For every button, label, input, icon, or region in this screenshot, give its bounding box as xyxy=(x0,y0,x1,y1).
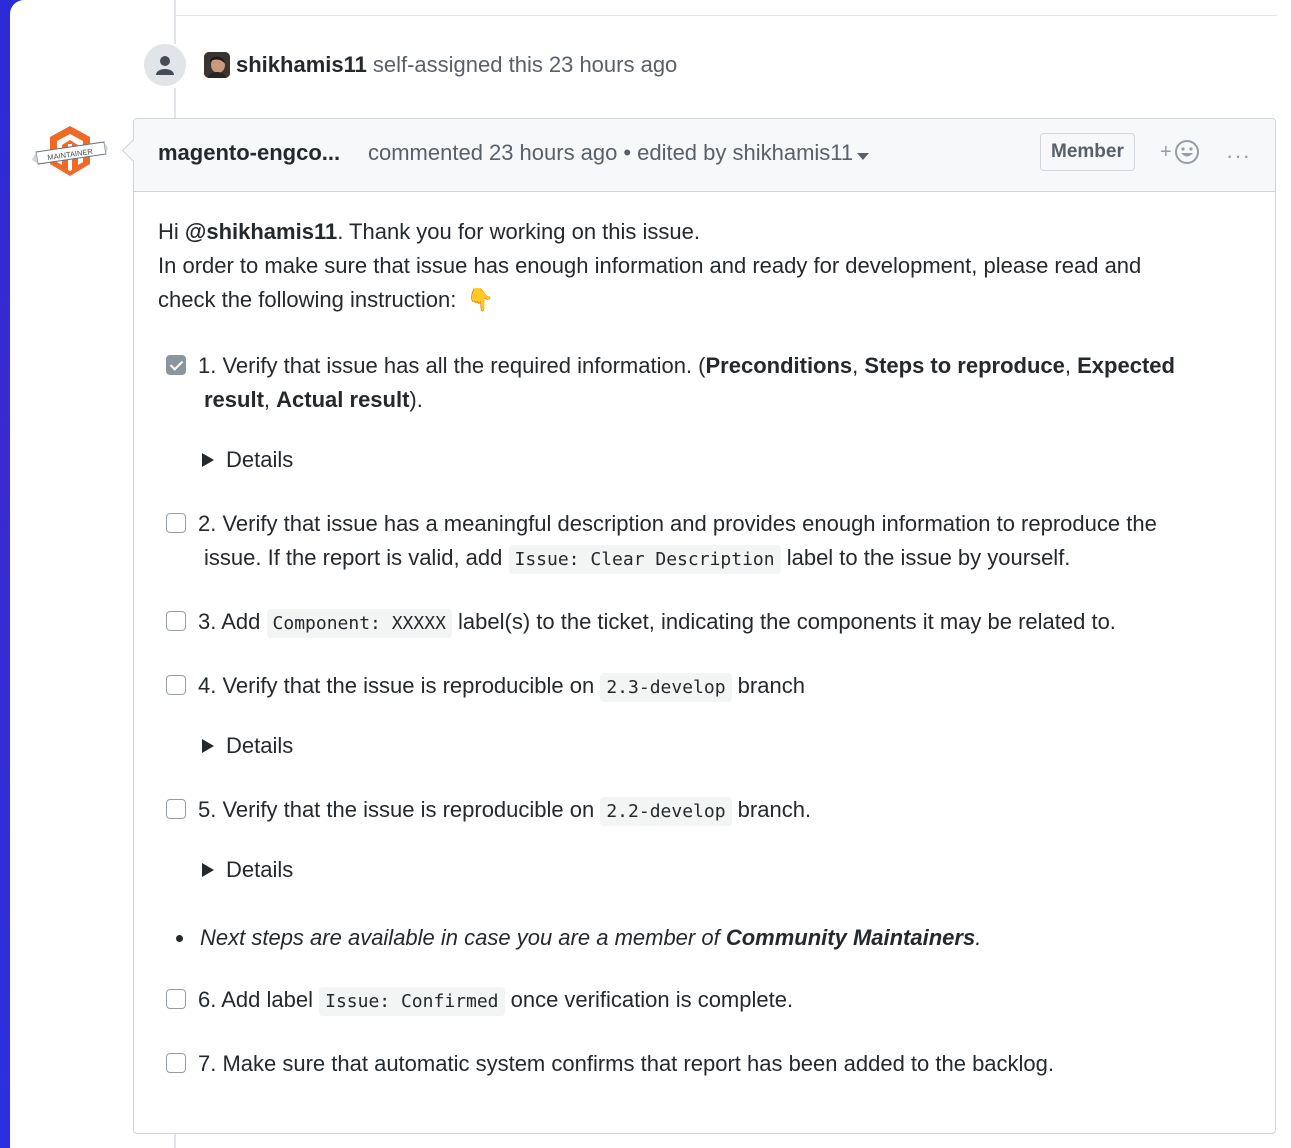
task-4-post: branch xyxy=(731,673,805,698)
comment-box: magento-engco... commented 23 hours ago … xyxy=(133,118,1276,1134)
branch-code: 2.2-develop xyxy=(600,797,732,826)
task-checkbox-7[interactable] xyxy=(166,1053,186,1073)
details-label: Details xyxy=(226,733,294,758)
branch-code: 2.3-develop xyxy=(600,673,732,702)
task-5-pre: 5. Verify that the issue is reproducible… xyxy=(198,797,601,822)
task-checkbox-5[interactable] xyxy=(166,799,186,819)
comment-time-link[interactable]: 23 hours ago xyxy=(489,140,617,166)
event-action: self-assigned this xyxy=(372,52,543,77)
task-1-line-1: 1. Verify that issue has all the require… xyxy=(198,349,1175,383)
task-1-sep: , xyxy=(263,387,277,412)
person-icon xyxy=(142,42,188,88)
task-1-sep: , xyxy=(1064,353,1078,378)
comment-meta: commented 23 hours ago • edited by shikh… xyxy=(368,140,870,166)
edited-by-dropdown[interactable]: edited by shikhamis11 xyxy=(637,140,870,166)
comment-author-link[interactable]: magento-engco... xyxy=(158,140,340,166)
disclosure-triangle-icon xyxy=(202,453,214,467)
task-1-end: ). xyxy=(409,387,423,412)
task-1-result: result xyxy=(204,387,264,412)
task-3-text: 3. Add Component: XXXXX label(s) to the … xyxy=(198,605,1116,641)
smiley-icon xyxy=(1174,140,1199,164)
maintainer-avatar[interactable]: MAINTAINER xyxy=(32,124,108,186)
timeline-line-mid xyxy=(174,88,176,118)
timeline-divider xyxy=(176,15,1277,16)
intro-line-2: check the following instruction: 👇 xyxy=(158,283,494,317)
bullet-text: Next steps are available in case you are… xyxy=(200,921,981,955)
task-3-post: label(s) to the ticket, indicating the c… xyxy=(451,609,1116,634)
pointing-down-emoji: 👇 xyxy=(466,287,494,312)
task-6-post: once verification is complete. xyxy=(504,987,794,1012)
task-2-line-1: 2. Verify that issue has a meaningful de… xyxy=(198,511,1157,536)
details-label: Details xyxy=(226,857,294,882)
task-1-actual: Actual result xyxy=(276,387,410,412)
task-7-text: 7. Make sure that automatic system confi… xyxy=(198,1051,1055,1076)
task-1-preconditions: Preconditions xyxy=(705,353,853,378)
task-checkbox-6[interactable] xyxy=(166,989,186,1009)
timeline-line-top xyxy=(174,0,176,44)
task-2-text-end: label to the issue by yourself. xyxy=(780,545,1071,570)
label-code: Issue: Confirmed xyxy=(319,987,505,1016)
greeting-line: Hi @shikhamis11. Thank you for working o… xyxy=(158,215,700,249)
comment-verb: commented xyxy=(368,140,483,165)
more-options-icon[interactable]: ··· xyxy=(1226,143,1251,169)
event-time[interactable]: 23 hours ago xyxy=(549,52,677,78)
task-1-sep: , xyxy=(852,353,865,378)
task-checkbox-2[interactable] xyxy=(166,513,186,533)
timeline-line-bottom xyxy=(174,1134,176,1148)
task-1-text: 1. Verify that issue has all the require… xyxy=(198,353,706,378)
task-4-text: 4. Verify that the issue is reproducible… xyxy=(198,669,805,705)
task-3-pre: 3. Add xyxy=(198,609,267,634)
task-6-pre: 6. Add label xyxy=(198,987,320,1012)
task-checkbox-3[interactable] xyxy=(166,611,186,631)
details-toggle-4[interactable]: Details xyxy=(202,729,293,763)
task-checkbox-4[interactable] xyxy=(166,675,186,695)
disclosure-triangle-icon xyxy=(202,863,214,877)
comment-header: magento-engco... commented 23 hours ago … xyxy=(134,119,1275,192)
task-2-text: issue. If the report is valid, add xyxy=(204,545,509,570)
event-actor-link[interactable]: shikhamis11 xyxy=(236,52,367,78)
component-code: Component: XXXXX xyxy=(266,609,452,638)
task-5-post: branch. xyxy=(731,797,812,822)
bullet-pre: Next steps are available in case you are… xyxy=(200,925,726,950)
details-toggle-5[interactable]: Details xyxy=(202,853,293,887)
mention-link[interactable]: @shikhamis11 xyxy=(185,219,337,244)
user-avatar[interactable] xyxy=(204,52,230,78)
caret-down-icon xyxy=(857,153,870,160)
assign-event: shikhamis11 self-assigned this 23 hours … xyxy=(204,52,677,78)
bullet-post: . xyxy=(975,925,982,950)
greeting-post: . Thank you for working on this issue. xyxy=(337,219,700,244)
task-5-text: 5. Verify that the issue is reproducible… xyxy=(198,793,811,829)
details-label: Details xyxy=(226,447,294,472)
edited-by-label: edited by shikhamis11 xyxy=(637,140,854,165)
intro-line-1: In order to make sure that issue has eno… xyxy=(158,253,1142,278)
plus-label: + xyxy=(1160,140,1172,163)
greeting-pre: Hi xyxy=(158,219,185,244)
meta-separator: • xyxy=(623,140,632,165)
task-1-expected: Expected xyxy=(1077,353,1175,378)
details-toggle-1[interactable]: Details xyxy=(202,443,293,477)
disclosure-triangle-icon xyxy=(202,739,214,753)
add-reaction-button[interactable]: + xyxy=(1160,139,1200,165)
task-2-line-2: issue. If the report is valid, add Issue… xyxy=(204,541,1070,577)
task-checkbox-1[interactable] xyxy=(166,355,186,375)
task-1-line-2: result, Actual result). xyxy=(204,383,423,417)
task-6-text: 6. Add label Issue: Confirmed once verif… xyxy=(198,983,793,1019)
label-code: Issue: Clear Description xyxy=(508,545,781,574)
member-badge: Member xyxy=(1040,133,1135,171)
bullet-dot xyxy=(176,935,183,942)
task-1-steps: Steps to reproduce xyxy=(864,353,1065,378)
intro-line-2-text: check the following instruction: xyxy=(158,287,457,312)
task-4-pre: 4. Verify that the issue is reproducible… xyxy=(198,673,601,698)
bullet-bold: Community Maintainers xyxy=(725,925,976,950)
